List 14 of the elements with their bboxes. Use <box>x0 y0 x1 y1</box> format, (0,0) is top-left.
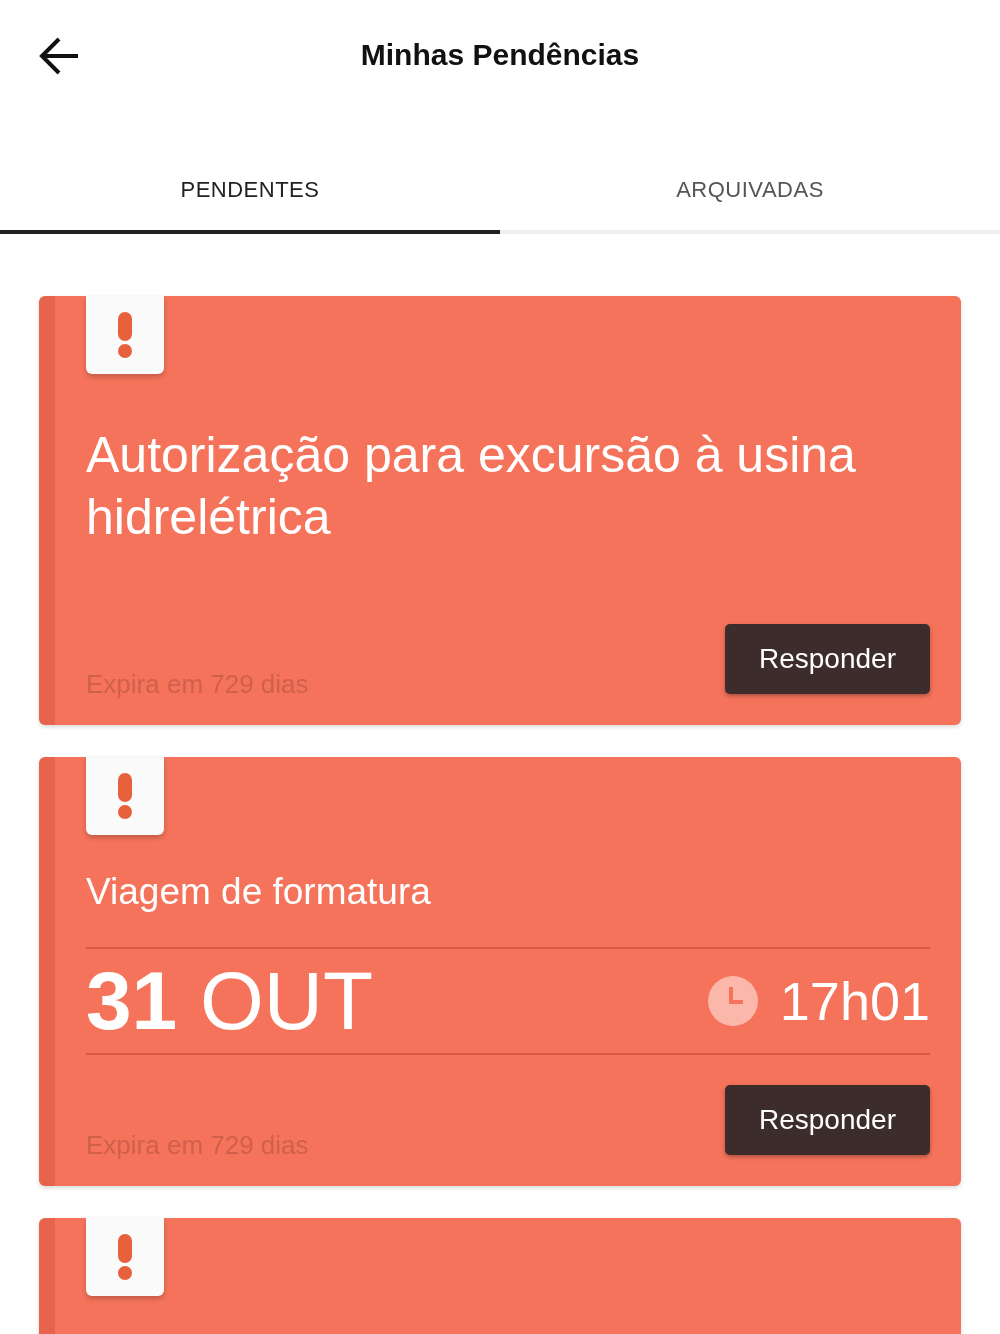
card-title: Autorização para excursão à usina hidrelétrica <box>86 426 857 547</box>
card-title: Viagem de formatura <box>86 871 930 949</box>
event-date: 31 OUT <box>86 960 374 1042</box>
event-time: 17h01 <box>779 970 930 1032</box>
respond-button[interactable]: Responder <box>725 624 930 694</box>
back-arrow-icon[interactable] <box>38 35 80 77</box>
exclamation-icon <box>118 773 132 819</box>
clock-icon <box>707 976 758 1026</box>
page-title: Minhas Pendências <box>360 38 640 72</box>
exclamation-icon <box>118 1234 132 1280</box>
tab[interactable]: PENDENTES <box>0 150 500 234</box>
exclamation-icon <box>118 312 132 358</box>
respond-button[interactable]: Responder <box>725 1085 930 1155</box>
tab[interactable]: ARQUIVADAS <box>500 150 1000 234</box>
